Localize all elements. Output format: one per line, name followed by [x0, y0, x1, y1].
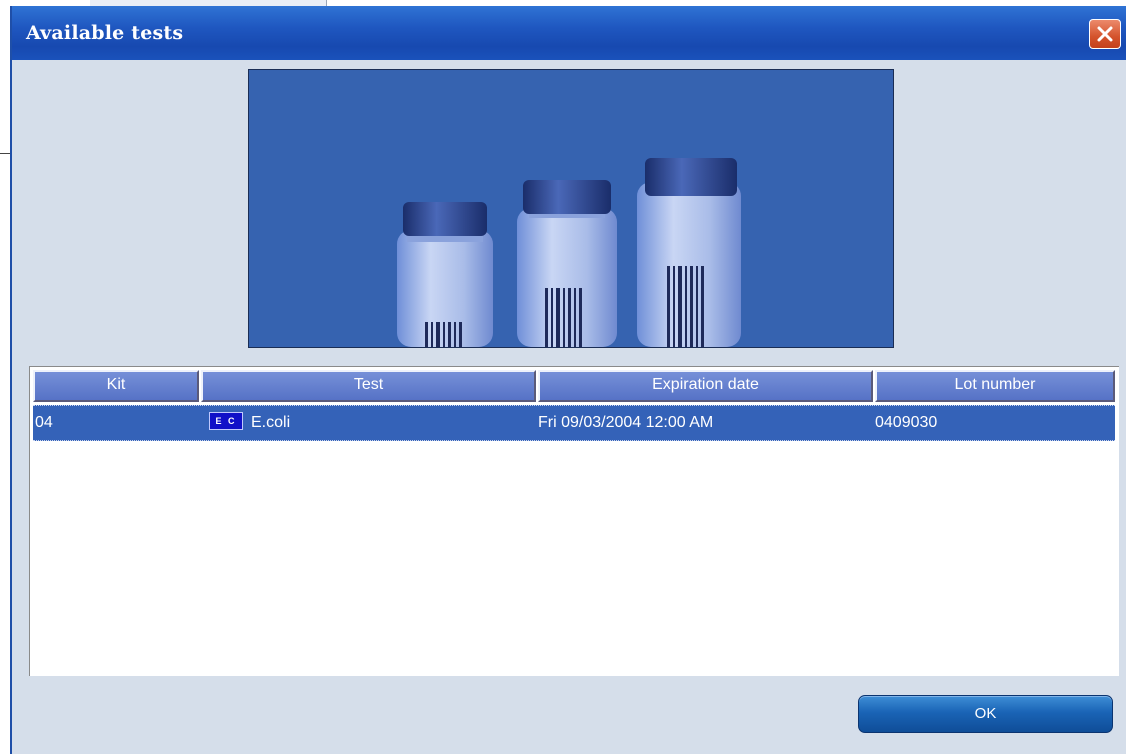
- ecoli-test-icon: E C: [209, 412, 243, 431]
- column-header-lot-number[interactable]: Lot number: [875, 370, 1115, 402]
- close-x-icon: [1097, 26, 1113, 42]
- test-kit-image: [248, 69, 894, 348]
- table-header: Kit Test Expiration date Lot number: [33, 370, 1115, 402]
- cell-test-label: E.coli: [251, 414, 291, 431]
- title-bar[interactable]: Available tests: [12, 6, 1126, 60]
- close-button[interactable]: [1089, 19, 1121, 49]
- dialog-title: Available tests: [26, 22, 184, 44]
- column-header-kit[interactable]: Kit: [33, 370, 199, 402]
- tests-table: Kit Test Expiration date Lot number 04 E…: [29, 366, 1119, 676]
- ok-button[interactable]: OK: [858, 695, 1113, 733]
- vials-image: [397, 158, 741, 347]
- column-header-expiration-date[interactable]: Expiration date: [538, 370, 873, 402]
- column-header-test[interactable]: Test: [201, 370, 536, 402]
- cell-kit: 04: [35, 414, 53, 431]
- cell-test: E C E.coli: [209, 406, 290, 440]
- table-row[interactable]: 04 E C E.coli Fri 09/03/2004 12:00 AM 040…: [33, 405, 1115, 441]
- available-tests-dialog: Available tests Kit Test Expiration date…: [10, 6, 1126, 754]
- cell-lot-number: 0409030: [875, 414, 938, 431]
- cell-expiration-date: Fri 09/03/2004 12:00 AM: [538, 414, 714, 431]
